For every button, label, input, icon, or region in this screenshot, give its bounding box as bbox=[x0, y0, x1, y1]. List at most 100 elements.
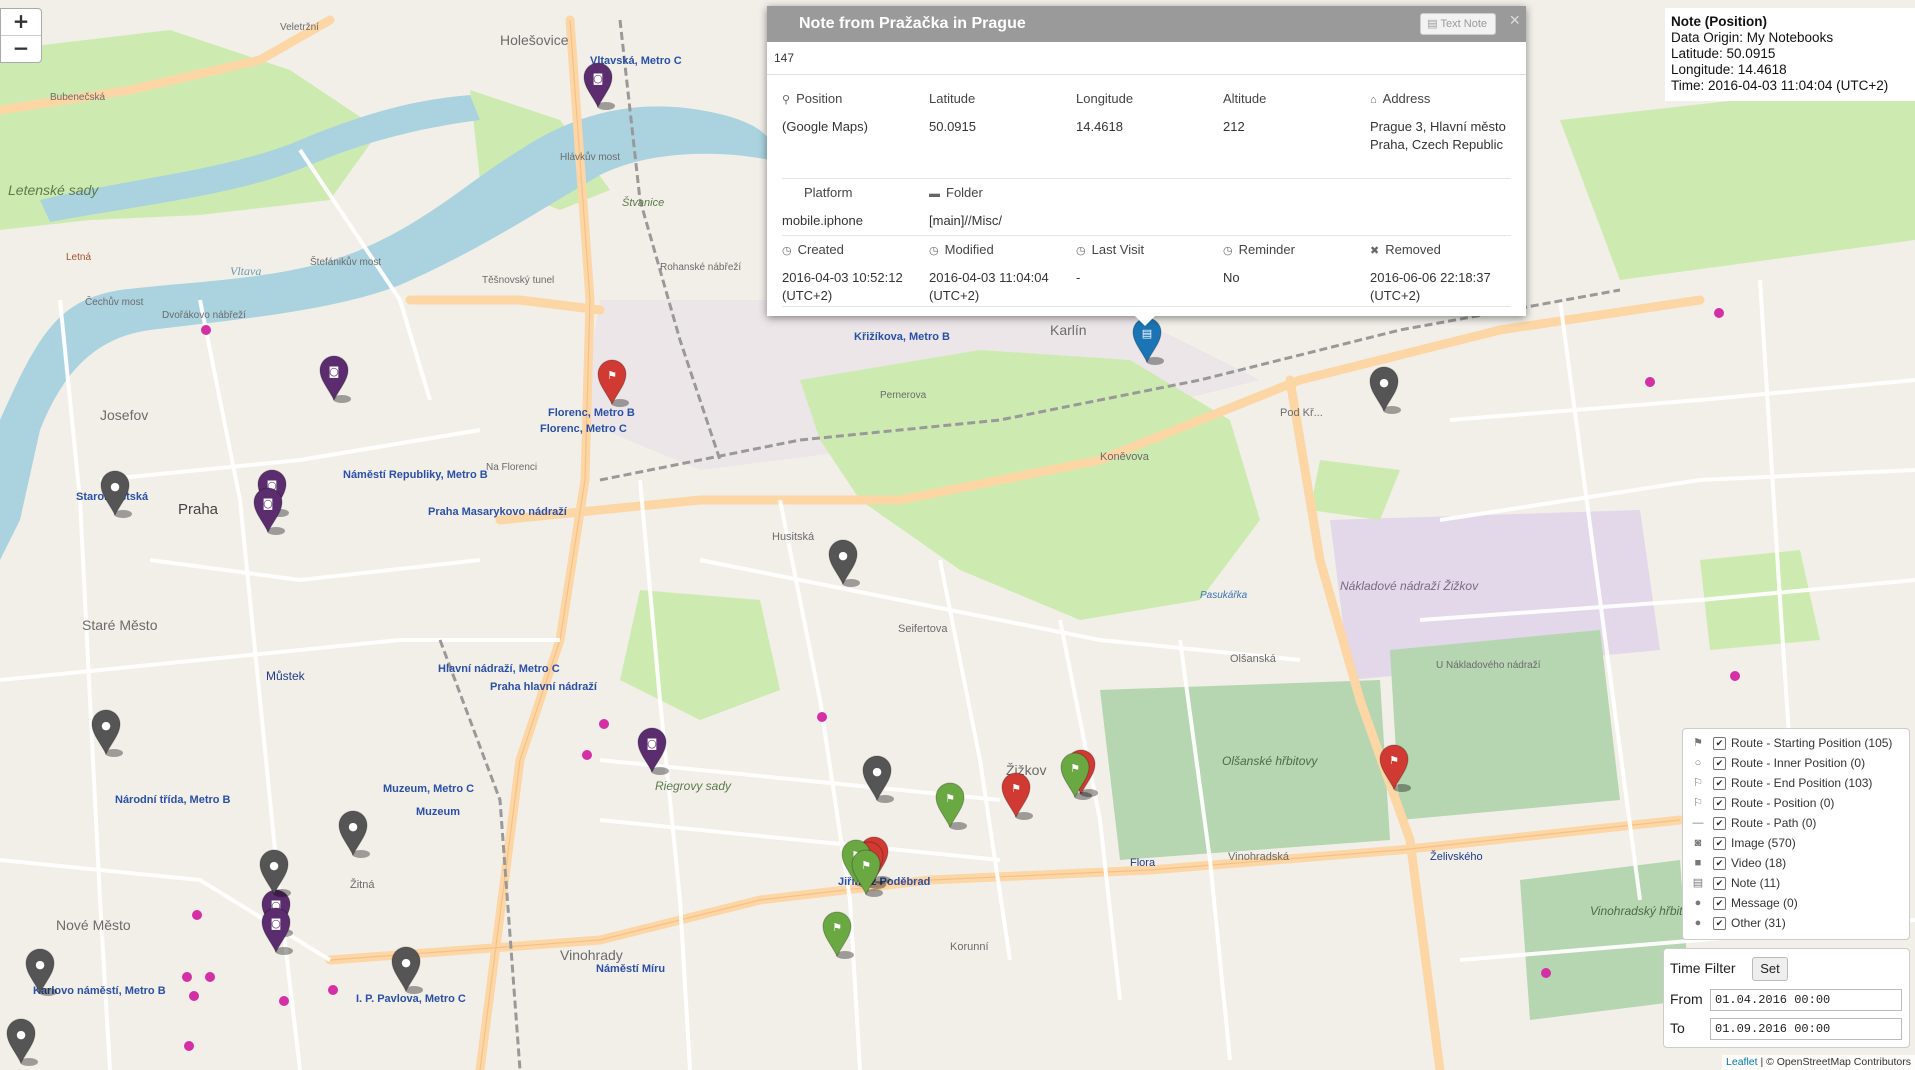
label-tesnovsky-tunel: Těšnovský tunel bbox=[482, 275, 554, 286]
legend-label: Image (570) bbox=[1731, 836, 1796, 850]
popup-divider bbox=[782, 235, 1511, 236]
label-konevova: Koněvova bbox=[1100, 451, 1150, 463]
home-icon: ⌂ bbox=[1370, 94, 1377, 106]
station-narodni-trida: Národní třída, Metro B bbox=[115, 794, 231, 806]
label-olsanske-hrbitovy: Olšanské hřbitovy bbox=[1222, 754, 1318, 768]
platform-value: mobile.iphone bbox=[782, 213, 863, 228]
zoom-out-button[interactable]: − bbox=[1, 36, 41, 62]
message-icon: ● bbox=[1694, 897, 1702, 909]
legend-checkbox[interactable]: ✔ bbox=[1713, 917, 1726, 930]
camera-icon: ◙ bbox=[593, 72, 604, 85]
path-line-icon: — bbox=[1692, 817, 1704, 829]
reminder-label: Reminder bbox=[1238, 242, 1295, 257]
zoom-in-button[interactable]: + bbox=[1, 9, 41, 36]
station-florenc-c: Florenc, Metro C bbox=[540, 423, 627, 435]
legend-checkbox[interactable]: ✔ bbox=[1713, 857, 1726, 870]
label-flora: Flora bbox=[1130, 857, 1156, 869]
legend-label: Route - Inner Position (0) bbox=[1731, 756, 1866, 770]
label-vinohrady: Vinohrady bbox=[560, 947, 623, 963]
folder-label-cell: ▬ Folder bbox=[929, 184, 983, 203]
created-label-cell: ◷ Created bbox=[782, 241, 844, 260]
from-label: From bbox=[1670, 991, 1703, 1007]
removed-label: Removed bbox=[1385, 242, 1441, 257]
label-dvorakovo-nabrezi: Dvořákovo nábřeží bbox=[162, 310, 246, 321]
folder-value: [main]//Misc/ bbox=[929, 213, 1002, 228]
popup-close-button[interactable]: × bbox=[1509, 2, 1520, 38]
popup-tip bbox=[1135, 316, 1155, 326]
legend-label: Video (18) bbox=[1731, 856, 1787, 870]
label-rohanske-nabrezi: Rohanské nábřeží bbox=[660, 262, 741, 273]
legend-label: Route - Position (0) bbox=[1731, 796, 1835, 810]
label-korunni: Korunní bbox=[950, 941, 989, 953]
legend-checkbox[interactable]: ✔ bbox=[1713, 737, 1726, 750]
clock-icon: ◷ bbox=[1223, 245, 1233, 257]
checkered-flag-icon: ⚑ bbox=[607, 369, 617, 382]
station-florenc-b: Florenc, Metro B bbox=[548, 407, 635, 419]
station-muzeum: Muzeum bbox=[416, 806, 460, 818]
google-maps-link[interactable]: (Google Maps) bbox=[782, 118, 868, 136]
label-letna: Letná bbox=[66, 252, 91, 263]
station-ip-pavlova: I. P. Pavlova, Metro C bbox=[356, 993, 466, 1005]
label-bubenecska: Bubenečská bbox=[50, 92, 105, 103]
modified-label-cell: ◷ Modified bbox=[929, 241, 994, 260]
label-pernerova: Pernerova bbox=[880, 390, 927, 401]
camera-icon: ◙ bbox=[1694, 837, 1702, 849]
dot-icon: ● bbox=[838, 549, 848, 562]
legend-checkbox[interactable]: ✔ bbox=[1713, 877, 1726, 890]
label-vinohradsky-hrbitov: Vinohradský hřbitov bbox=[1590, 904, 1696, 918]
to-date-input[interactable] bbox=[1710, 1018, 1902, 1040]
label-zelivskeho: Želivského bbox=[1430, 850, 1483, 863]
address-label: Address bbox=[1382, 91, 1431, 106]
label-stare-mesto: Staré Město bbox=[82, 617, 158, 633]
flag-icon: ⚑ bbox=[945, 792, 955, 805]
position-label: Position bbox=[796, 91, 843, 106]
checkered-flag-icon: ⚑ bbox=[1011, 782, 1021, 795]
map-attribution: Leaflet | © OpenStreetMap Contributors bbox=[1722, 1055, 1915, 1070]
legend-checkbox[interactable]: ✔ bbox=[1713, 797, 1726, 810]
info-origin: Data Origin: My Notebooks bbox=[1671, 30, 1834, 45]
popup-id: 147 bbox=[767, 42, 1526, 75]
legend-label: Note (11) bbox=[1731, 876, 1781, 890]
circle-icon: ○ bbox=[1694, 757, 1702, 769]
osm-attribution: | © OpenStreetMap Contributors bbox=[1757, 1056, 1911, 1068]
label-pasukarka: Pasukářka bbox=[1200, 590, 1248, 601]
time-filter-panel: Time Filter Set From To bbox=[1663, 948, 1910, 1048]
altitude-label: Altitude bbox=[1223, 91, 1267, 106]
zoom-control: + − bbox=[0, 8, 42, 63]
label-josefov: Josefov bbox=[100, 407, 148, 423]
info-title: Note (Position) bbox=[1671, 14, 1767, 29]
dot-icon: ● bbox=[110, 480, 120, 493]
leaflet-link[interactable]: Leaflet bbox=[1726, 1056, 1758, 1068]
station-krizikova: Křižíkova, Metro B bbox=[854, 331, 950, 343]
popup-divider bbox=[782, 306, 1511, 307]
label-stefanikuv-most: Štefánikův most bbox=[310, 255, 381, 268]
platform-label: Platform bbox=[804, 185, 853, 200]
dot-icon: ● bbox=[348, 820, 358, 833]
legend-checkbox[interactable]: ✔ bbox=[1713, 837, 1726, 850]
set-button[interactable]: Set bbox=[1752, 957, 1788, 981]
label-zitna: Žitná bbox=[350, 878, 375, 891]
position-label-cell: ⚲ Position bbox=[782, 90, 842, 109]
created-value: 2016-04-03 10:52:12 (UTC+2) bbox=[782, 270, 903, 303]
legend-label: Route - Starting Position (105) bbox=[1731, 736, 1893, 750]
label-praha: Praha bbox=[178, 501, 219, 518]
legend-checkbox[interactable]: ✔ bbox=[1713, 897, 1726, 910]
label-veletrzni: Veletržní bbox=[280, 22, 319, 33]
flag-icon: ⚑ bbox=[1070, 762, 1080, 775]
dot-icon: ● bbox=[401, 956, 411, 969]
clock-icon: ◷ bbox=[782, 245, 792, 257]
note-card-icon: ▤ bbox=[1692, 877, 1704, 889]
label-husitska: Husitská bbox=[772, 531, 815, 543]
legend-checkbox[interactable]: ✔ bbox=[1713, 777, 1726, 790]
reminder-label-cell: ◷ Reminder bbox=[1223, 241, 1295, 260]
popup-title: Note from Pražačka in Prague bbox=[799, 15, 1026, 32]
label-u-nakladoveho-nadrazi: U Nákladového nádraží bbox=[1436, 660, 1541, 671]
clock-icon: ◷ bbox=[1076, 245, 1086, 257]
station-masarykovo: Praha Masarykovo nádraží bbox=[428, 506, 568, 518]
label-na-florenci: Na Florenci bbox=[486, 462, 537, 473]
from-date-input[interactable] bbox=[1710, 989, 1902, 1011]
removed-value: 2016-06-06 22:18:37 (UTC+2) bbox=[1370, 270, 1491, 303]
legend-checkbox[interactable]: ✔ bbox=[1713, 817, 1726, 830]
legend-checkbox[interactable]: ✔ bbox=[1713, 757, 1726, 770]
dot-icon: ● bbox=[1694, 917, 1702, 929]
